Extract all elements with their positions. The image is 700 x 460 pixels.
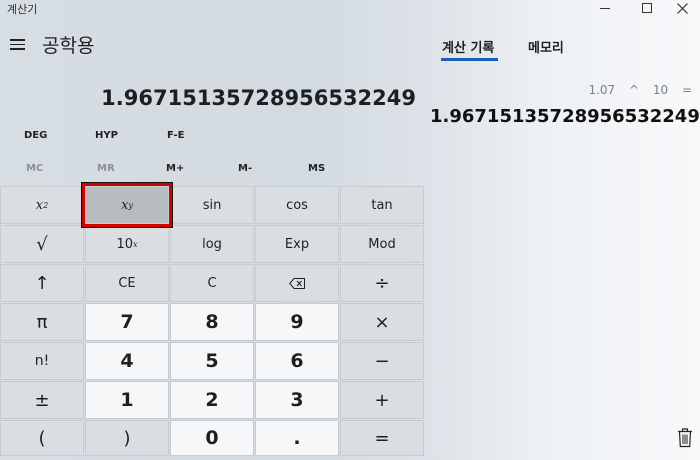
digit-9-button[interactable]: 9 [255,303,339,341]
log-button[interactable]: log [170,225,254,263]
tan-button[interactable]: tan [340,186,424,224]
window-title: 계산기 [7,3,38,16]
clear-history-button[interactable] [677,428,693,448]
menu-icon[interactable] [10,38,26,50]
ms-button[interactable]: MS [308,163,325,174]
pi-button[interactable]: π [0,303,84,341]
close-icon [676,2,688,14]
tab-memory[interactable]: 메모리 [528,37,564,56]
c-button[interactable]: C [170,264,254,302]
exp-button[interactable]: Exp [255,225,339,263]
active-tab-indicator [441,58,498,61]
digit-4-button[interactable]: 4 [85,342,169,380]
equals-button[interactable]: = [340,420,424,456]
x-squared-button[interactable]: x2 [0,186,84,224]
tab-history[interactable]: 계산 기록 [442,37,494,56]
multiply-button[interactable]: × [340,303,424,341]
minimize-icon [600,7,610,9]
backspace-button[interactable] [255,264,339,302]
digit-7-button[interactable]: 7 [85,303,169,341]
fe-button[interactable]: F-E [167,130,185,141]
sin-button[interactable]: sin [170,186,254,224]
history-result[interactable]: 1.96715135728956532249 [430,106,700,127]
maximize-icon [642,3,652,13]
m-plus-button[interactable]: M+ [166,163,184,174]
m-minus-button[interactable]: M- [238,163,252,174]
add-button[interactable]: + [340,381,424,419]
cos-button[interactable]: cos [255,186,339,224]
ce-button[interactable]: CE [85,264,169,302]
trash-icon [678,428,692,448]
mc-button[interactable]: MC [26,163,43,174]
digit-8-button[interactable]: 8 [170,303,254,341]
x-power-y-button[interactable]: xy [82,183,172,227]
divide-button[interactable]: ÷ [340,264,424,302]
title-bar: 계산기 [0,0,700,18]
sqrt-button[interactable]: √ [0,225,84,263]
hyp-button[interactable]: HYP [95,130,118,141]
digit-0-button[interactable]: 0 [170,420,254,456]
negate-button[interactable]: ± [0,381,84,419]
open-paren-button[interactable]: ( [0,420,84,456]
mode-title: 공학용 [42,35,95,57]
maximize-button[interactable] [629,0,665,16]
deg-button[interactable]: DEG [24,130,47,141]
close-button[interactable] [664,0,700,16]
close-paren-button[interactable]: ) [85,420,169,456]
history-expression: 1.07 ^ 10 = [588,83,692,97]
backspace-icon [289,277,305,289]
subtract-button[interactable]: − [340,342,424,380]
mod-button[interactable]: Mod [340,225,424,263]
digit-3-button[interactable]: 3 [255,381,339,419]
mr-button[interactable]: MR [97,163,115,174]
shift-button[interactable]: ↑ [0,264,84,302]
decimal-button[interactable]: . [255,420,339,456]
digit-1-button[interactable]: 1 [85,381,169,419]
minimize-button[interactable] [587,0,623,16]
digit-6-button[interactable]: 6 [255,342,339,380]
digit-2-button[interactable]: 2 [170,381,254,419]
result-display: 1.96715135728956532249 [101,86,416,110]
factorial-button[interactable]: n! [0,342,84,380]
ten-power-x-button[interactable]: 10 x [85,225,169,263]
digit-5-button[interactable]: 5 [170,342,254,380]
